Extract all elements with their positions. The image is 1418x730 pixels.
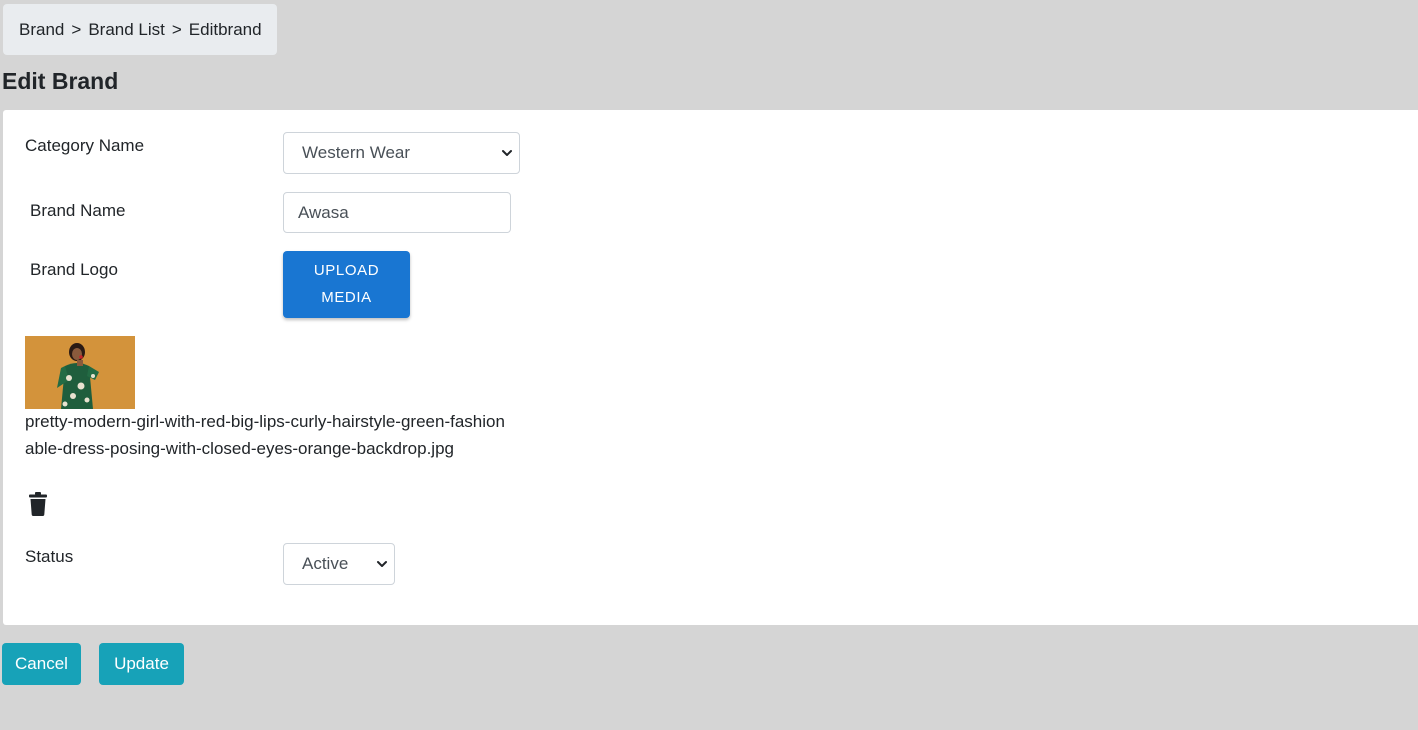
- brand-logo-thumbnail: [25, 336, 135, 409]
- category-name-label: Category Name: [25, 136, 145, 155]
- cancel-button-label: Cancel: [15, 654, 68, 673]
- chevron-down-icon: [502, 150, 512, 156]
- brand-logo-label: Brand Logo: [30, 260, 118, 279]
- breadcrumb-separator: >: [71, 19, 82, 39]
- thumbnail-image: [25, 336, 135, 409]
- breadcrumb-item-brand-list[interactable]: Brand List: [88, 20, 165, 40]
- brand-name-input[interactable]: Awasa: [283, 192, 511, 233]
- uploaded-file-name: pretty-modern-girl-with-red-big-lips-cur…: [25, 412, 505, 458]
- category-select[interactable]: Western Wear: [283, 132, 520, 174]
- upload-media-button[interactable]: UPLOAD MEDIA: [283, 251, 410, 318]
- update-button[interactable]: Update: [99, 643, 184, 685]
- status-label: Status: [25, 547, 74, 566]
- brand-name-label: Brand Name: [30, 201, 126, 220]
- breadcrumb-item-editbrand: Editbrand: [188, 19, 262, 39]
- brand-name-value: Awasa: [298, 202, 349, 222]
- chevron-down-icon: [377, 561, 387, 567]
- upload-button-label-line2: MEDIA: [321, 289, 372, 306]
- upload-button-label-line1: UPLOAD: [313, 262, 380, 279]
- edit-brand-form: Category Name Western Wear Brand Name Aw…: [3, 110, 1418, 625]
- status-select[interactable]: Active: [283, 543, 395, 585]
- cancel-button[interactable]: Cancel: [2, 643, 81, 685]
- trash-icon[interactable]: [28, 492, 48, 516]
- breadcrumb-separator: >: [171, 19, 182, 39]
- update-button-label: Update: [114, 654, 169, 673]
- status-selected-value: Active: [302, 554, 349, 573]
- category-selected-value: Western Wear: [302, 143, 411, 162]
- breadcrumb-item-brand[interactable]: Brand: [19, 20, 64, 40]
- breadcrumb: Brand > Brand List > Editbrand: [3, 4, 277, 55]
- page-title: Edit Brand: [2, 68, 119, 94]
